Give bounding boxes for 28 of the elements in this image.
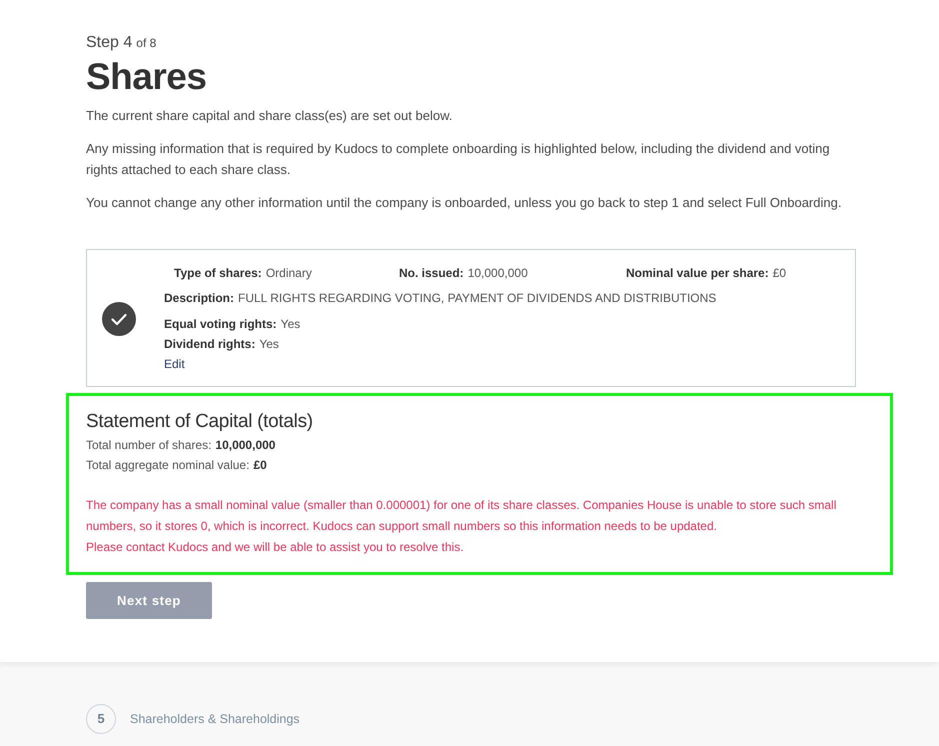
field-label: Nominal value per share: <box>626 265 769 282</box>
error-message: Please contact Kudocs and we will be able to assist you to resolve this. <box>86 539 465 556</box>
total-value: 10,000,000 <box>215 437 276 454</box>
page-title: Shares <box>86 55 208 99</box>
error-message: The company has a small nominal value (smaller than 0.000001) for one of its share classes. Companies House is unable to store such small numbers, so it stores 0, which is incorrect. Kudocs can support small numbers so this information needs to be updated. <box>86 497 838 535</box>
field-label: Dividend rights: <box>164 336 256 353</box>
field-label: No. issued: <box>399 265 464 282</box>
field-value: 10,000,000 <box>468 265 528 282</box>
total-label: Total number of shares: <box>86 437 212 454</box>
intro-paragraph: Any missing information that is required by Kudocs to complete onboarding is highlighted below, including the dividend and voting rights attached to each share class. <box>86 140 831 179</box>
field-value: Ordinary <box>266 265 312 282</box>
edit-link[interactable]: Edit <box>164 354 185 374</box>
section-title: Statement of Capital (totals) <box>86 410 314 434</box>
field-label: Description: <box>164 290 234 307</box>
step-number: Step 4 <box>86 33 132 53</box>
step-number-badge: 5 <box>86 704 116 734</box>
field-value: £0 <box>772 265 786 282</box>
total-value: £0 <box>253 457 267 474</box>
field-value: Yes <box>280 316 300 333</box>
step-total: of 8 <box>136 35 156 52</box>
field-label: Equal voting rights: <box>164 316 277 333</box>
total-label: Total aggregate nominal value: <box>86 457 250 474</box>
field-value: Yes <box>259 336 279 353</box>
step-link[interactable]: Shareholders & Shareholdings <box>130 710 300 728</box>
field-value: FULL RIGHTS REGARDING VOTING, PAYMENT OF DIVIDENDS AND DISTRIBUTIONS <box>238 290 716 307</box>
intro-paragraph: The current share capital and share class(es) are set out below. <box>86 107 454 125</box>
intro-paragraph: You cannot change any other information until the company is onboarded, unless you go back to step 1 and select Full Onboarding. <box>86 194 842 212</box>
field-label: Type of shares: <box>174 265 262 282</box>
